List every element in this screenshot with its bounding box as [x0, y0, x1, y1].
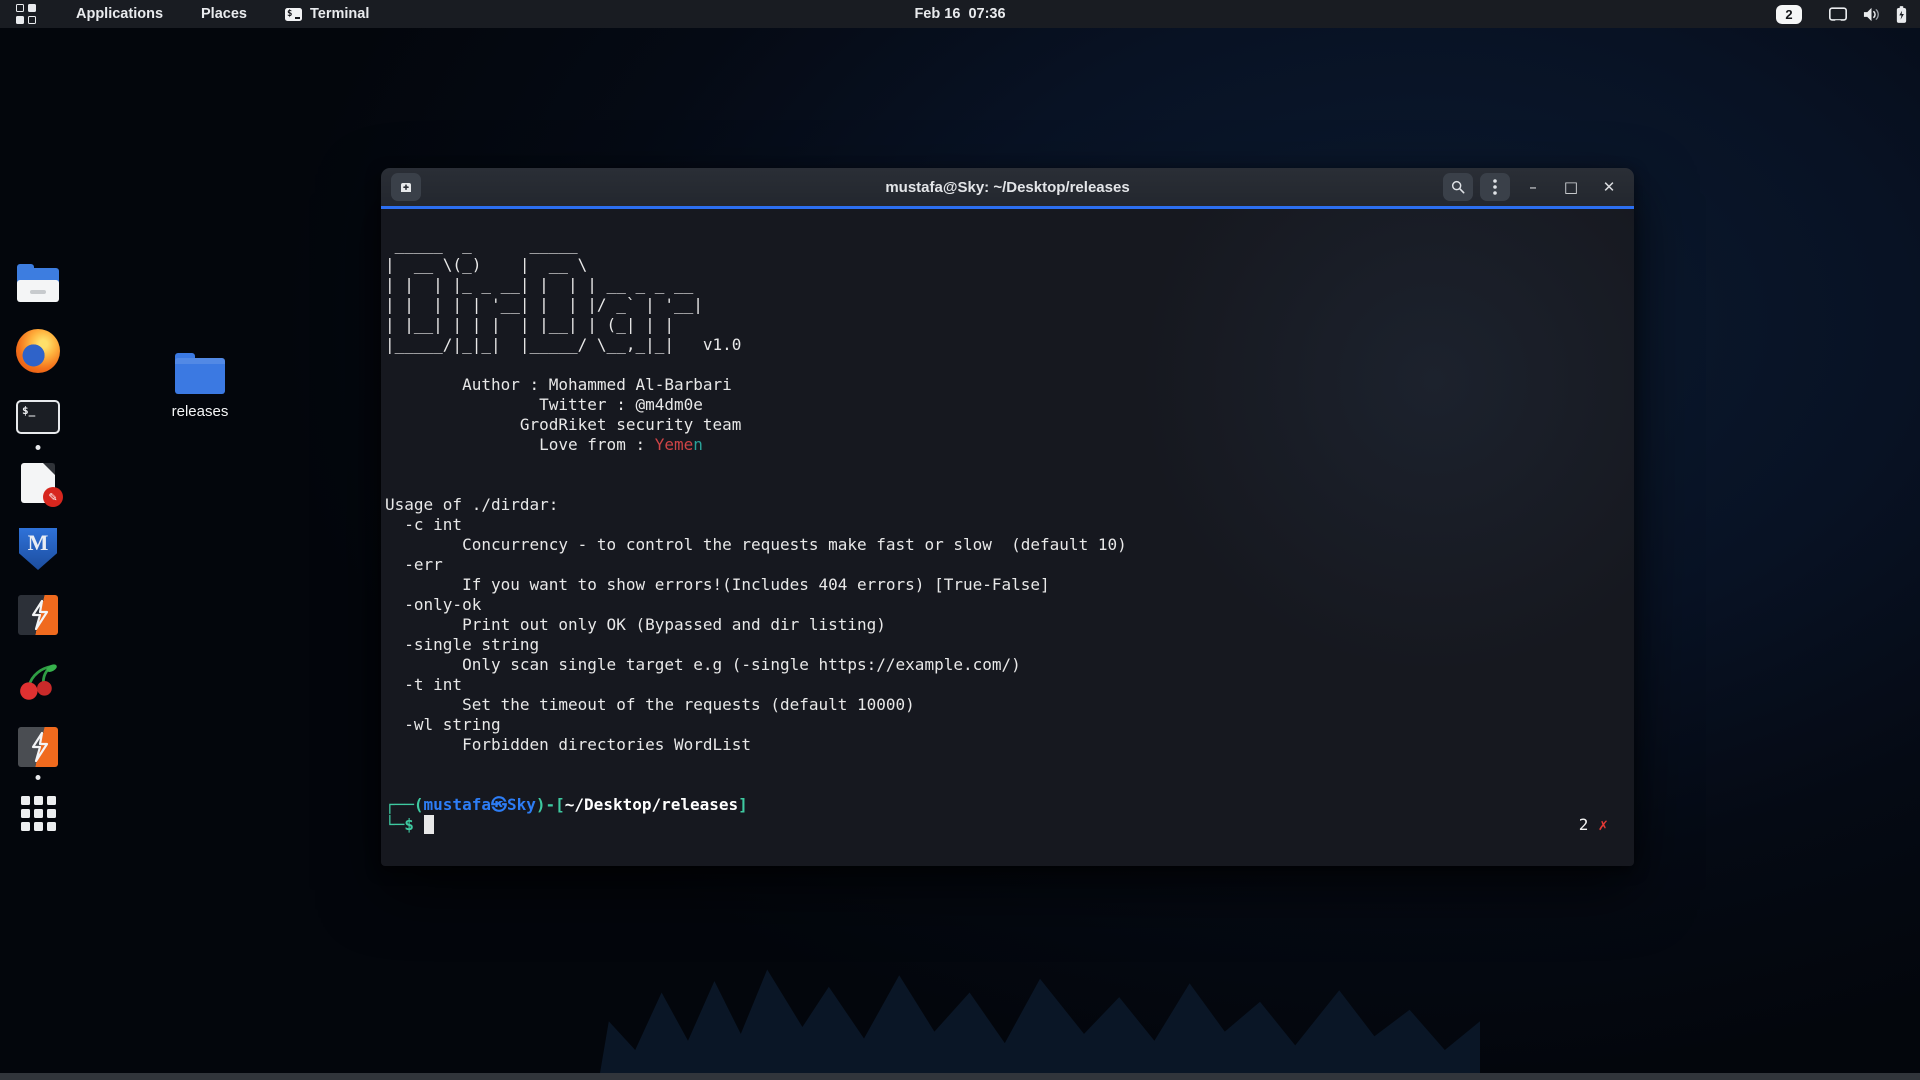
notification-count-badge[interactable]: 2: [1776, 5, 1802, 24]
usage-line: Concurrency - to control the requests ma…: [385, 535, 1634, 555]
text-editor-icon: ✎: [21, 463, 55, 503]
dock-item-metasploit[interactable]: M: [14, 526, 62, 572]
file-manager-icon: [17, 268, 59, 302]
terminal-app-icon: [16, 400, 60, 434]
terminal-screen[interactable]: _____ _ _____ | __ \(_) | __ \ | | | |_ …: [381, 209, 1634, 866]
dock-item-cherrytree[interactable]: [14, 658, 62, 704]
shell-prompt-line1: ┌──(mustafa㉿Sky)-[~/Desktop/releases]: [385, 795, 1634, 815]
dock-item-app-grid[interactable]: [14, 790, 62, 836]
usage-line: Print out only OK (Bypassed and dir list…: [385, 615, 1634, 635]
app-grid-icon: [21, 796, 56, 831]
usage-line: -wl string: [385, 715, 1634, 735]
menu-applications[interactable]: Applications: [72, 4, 167, 24]
terminal-window-icon: [285, 8, 302, 21]
usage-line: Usage of ./dirdar:: [385, 495, 1634, 515]
kebab-icon: [1493, 179, 1497, 195]
burp-suite-alt-icon: [18, 727, 58, 767]
search-icon: [1450, 179, 1466, 195]
cherrytree-icon: [16, 659, 60, 703]
dock-item-file-manager[interactable]: [14, 262, 62, 308]
love-line: Love from : Yemen: [385, 435, 1634, 455]
menu-places[interactable]: Places: [197, 4, 251, 24]
dirdar-ascii-banner: _____ _ _____ | __ \(_) | __ \ | | | |_ …: [385, 235, 1634, 355]
dock-item-firefox[interactable]: [14, 328, 62, 374]
maximize-button[interactable]: □: [1556, 173, 1586, 201]
top-panel: Applications Places Terminal Feb 16 07:3…: [0, 0, 1920, 28]
exit-status: 2✗: [1579, 815, 1608, 835]
usage-line: If you want to show errors!(Includes 404…: [385, 575, 1634, 595]
terminal-cursor: [424, 815, 434, 834]
menu-terminal[interactable]: Terminal: [281, 4, 373, 24]
firefox-icon: [16, 329, 60, 373]
kali-dragon-silhouette: [600, 958, 1480, 1073]
window-titlebar[interactable]: mustafa@Sky: ~/Desktop/releases – □ ✕: [381, 168, 1634, 206]
dock-item-burp-suite[interactable]: [14, 592, 62, 638]
running-indicator-dot: [36, 445, 41, 450]
usage-line: Forbidden directories WordList: [385, 735, 1634, 755]
system-tray[interactable]: [1828, 5, 1908, 24]
usage-line: -c int: [385, 515, 1634, 535]
burp-suite-icon: [18, 595, 58, 635]
dock: ✎ M: [14, 262, 62, 836]
new-tab-button[interactable]: [391, 173, 421, 201]
metasploit-shield-icon: M: [19, 528, 57, 570]
battery-icon: [1895, 5, 1908, 24]
close-button[interactable]: ✕: [1594, 173, 1624, 201]
team-line: GrodRiket security team: [385, 415, 1634, 435]
running-indicator-dot: [36, 775, 41, 780]
usage-line: -t int: [385, 675, 1634, 695]
usage-line: Set the timeout of the requests (default…: [385, 695, 1634, 715]
usage-line: -only-ok: [385, 595, 1634, 615]
terminal-window: mustafa@Sky: ~/Desktop/releases – □ ✕ __…: [381, 168, 1634, 866]
desktop-folder-releases[interactable]: releases: [152, 358, 248, 420]
search-button[interactable]: [1443, 173, 1473, 201]
usage-line: -single string: [385, 635, 1634, 655]
bottom-edge-strip: [0, 1073, 1920, 1080]
volume-icon: [1862, 6, 1881, 23]
menu-kebab-button[interactable]: [1480, 173, 1510, 201]
usage-line: -err: [385, 555, 1634, 575]
folder-icon: [175, 358, 225, 394]
dock-item-terminal[interactable]: [14, 394, 62, 440]
dock-item-burp-suite-alt[interactable]: [14, 724, 62, 770]
error-cross-icon: ✗: [1598, 815, 1608, 834]
folder-label: releases: [152, 403, 248, 420]
shell-prompt-line2: └─$ 2✗: [385, 815, 1634, 835]
activities-grid-icon[interactable]: [16, 4, 36, 24]
usage-line: Only scan single target e.g (-single htt…: [385, 655, 1634, 675]
dock-item-text-editor[interactable]: ✎: [14, 460, 62, 506]
author-line: Author : Mohammed Al-Barbari: [385, 375, 1634, 395]
minimize-button[interactable]: –: [1518, 173, 1548, 201]
display-icon: [1828, 6, 1848, 23]
twitter-line: Twitter : @m4dm0e: [385, 395, 1634, 415]
